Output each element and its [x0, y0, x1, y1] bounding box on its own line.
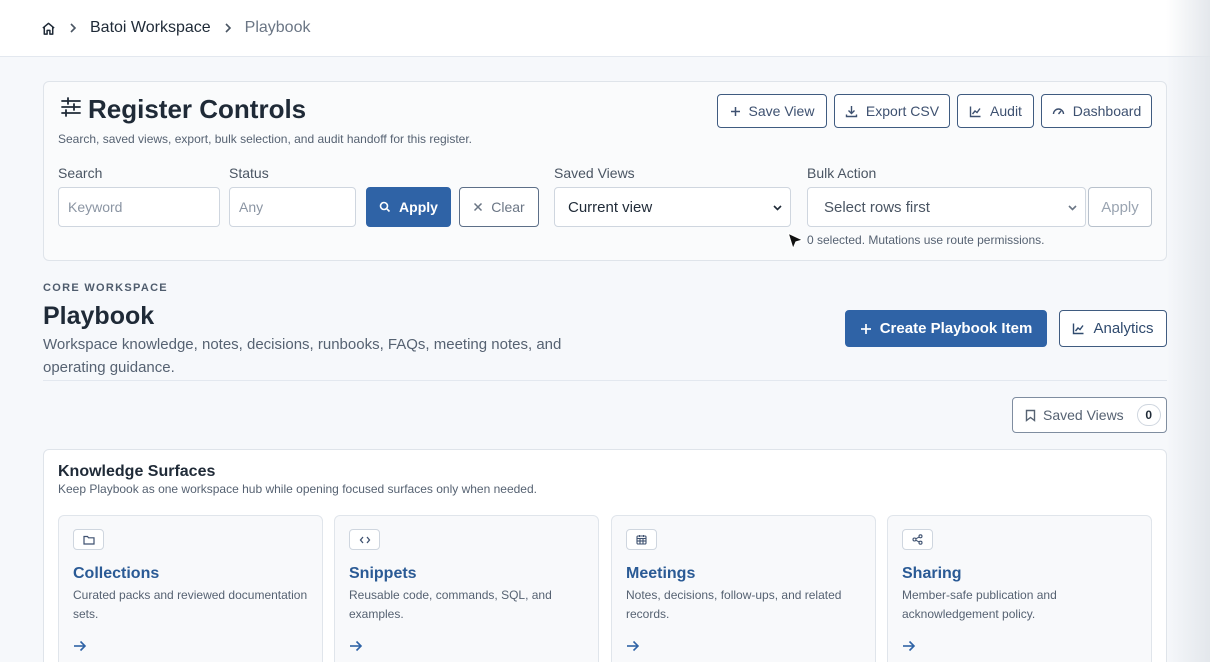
- bulk-action-select[interactable]: Select rows first: [807, 187, 1086, 227]
- knowledge-surfaces-subtitle: Keep Playbook as one workspace hub while…: [58, 482, 537, 496]
- surface-description: Reusable code, commands, SQL, and exampl…: [349, 588, 552, 621]
- breadcrumb-workspace-link[interactable]: Batoi Workspace: [90, 19, 211, 37]
- save-view-label: Save View: [748, 103, 815, 119]
- status-label: Status: [229, 165, 269, 181]
- bulk-action-value: Select rows first: [824, 198, 930, 216]
- chevron-right-icon: [223, 22, 233, 34]
- surface-tile-collections[interactable]: Collections Curated packs and reviewed d…: [58, 515, 323, 662]
- code-icon: [349, 529, 380, 550]
- surface-description: Notes, decisions, follow-ups, and relate…: [626, 588, 842, 621]
- chevron-down-icon: [773, 205, 782, 211]
- home-icon[interactable]: [41, 21, 56, 36]
- search-label: Search: [58, 165, 103, 181]
- register-controls-panel: Register Controls Search, saved views, e…: [43, 81, 1167, 261]
- share-icon: [902, 529, 933, 550]
- bulk-apply-button[interactable]: Apply: [1088, 187, 1152, 227]
- folder-icon: [73, 529, 104, 550]
- surface-description: Curated packs and reviewed documentation…: [73, 588, 308, 621]
- breadcrumb-current: Playbook: [244, 19, 311, 36]
- surface-name[interactable]: Collections: [73, 565, 159, 583]
- register-title: Register Controls: [88, 94, 307, 124]
- surface-name[interactable]: Snippets: [349, 565, 417, 583]
- sliders-icon: [60, 96, 82, 123]
- audit-button[interactable]: Audit: [957, 94, 1034, 128]
- bulk-apply-label: Apply: [1101, 198, 1139, 216]
- plus-icon: [860, 323, 871, 334]
- surface-description: Member-safe publication and acknowledgem…: [902, 588, 1057, 621]
- knowledge-surfaces-title: Knowledge Surfaces: [58, 463, 216, 480]
- window-edge-shade: [1166, 0, 1210, 662]
- close-icon: [474, 202, 483, 212]
- header-divider: [43, 380, 1167, 381]
- clear-filter-button[interactable]: Clear: [459, 187, 539, 227]
- page-title: Playbook: [43, 302, 155, 330]
- download-icon: [845, 105, 858, 117]
- analytics-label: Analytics: [1093, 320, 1154, 337]
- calendar-icon: [626, 529, 657, 550]
- saved-views-label: Saved Views: [554, 165, 635, 181]
- plus-icon: [730, 106, 740, 116]
- dashboard-button[interactable]: Dashboard: [1041, 94, 1152, 128]
- analytics-button[interactable]: Analytics: [1059, 310, 1167, 347]
- apply-filter-label: Apply: [399, 199, 438, 215]
- arrow-right-icon[interactable]: [349, 640, 363, 652]
- dashboard-label: Dashboard: [1072, 103, 1142, 119]
- page-eyebrow: CORE WORKSPACE: [43, 282, 168, 294]
- saved-views-count-badge: 0: [1136, 404, 1161, 426]
- chart-line-icon: [1073, 323, 1085, 335]
- saved-views-value: Current view: [568, 198, 653, 216]
- status-input[interactable]: Any: [229, 187, 356, 227]
- search-icon: [379, 201, 391, 213]
- surface-name[interactable]: Meetings: [626, 565, 695, 583]
- register-subtitle: Search, saved views, export, bulk select…: [58, 132, 473, 146]
- gauge-icon: [1052, 107, 1064, 114]
- mouse-cursor-icon: [787, 232, 804, 250]
- selection-hint: 0 selected. Mutations use route permissi…: [807, 233, 1045, 247]
- export-csv-button[interactable]: Export CSV: [834, 94, 950, 128]
- page-description: Workspace knowledge, notes, decisions, r…: [43, 336, 562, 376]
- chevron-down-icon: [1068, 205, 1077, 211]
- arrow-right-icon[interactable]: [626, 640, 640, 652]
- surface-tile-meetings[interactable]: Meetings Notes, decisions, follow-ups, a…: [611, 515, 876, 662]
- surface-name[interactable]: Sharing: [902, 565, 962, 583]
- chevron-right-icon: [68, 22, 78, 34]
- create-playbook-item-label: Create Playbook Item: [879, 320, 1033, 337]
- clear-filter-label: Clear: [491, 199, 525, 215]
- knowledge-surfaces-panel: Knowledge Surfaces Keep Playbook as one …: [43, 449, 1167, 662]
- saved-views-button[interactable]: Saved Views 0: [1012, 397, 1167, 433]
- save-view-button[interactable]: Save View: [717, 94, 827, 128]
- saved-views-select[interactable]: Current view: [554, 187, 791, 227]
- apply-filter-button[interactable]: Apply: [366, 187, 451, 227]
- export-csv-label: Export CSV: [865, 103, 940, 119]
- chart-line-icon: [969, 106, 981, 117]
- saved-views-button-label: Saved Views: [1043, 407, 1124, 423]
- bulk-action-label: Bulk Action: [807, 165, 877, 181]
- surface-tile-sharing[interactable]: Sharing Member-safe publication and ackn…: [887, 515, 1152, 662]
- search-input[interactable]: Keyword: [58, 187, 220, 227]
- arrow-right-icon[interactable]: [73, 640, 87, 652]
- breadcrumb: Batoi Workspace Playbook: [0, 0, 1210, 57]
- audit-label: Audit: [990, 103, 1022, 119]
- create-playbook-item-button[interactable]: Create Playbook Item: [845, 310, 1047, 347]
- register-title-row: Register Controls: [60, 94, 306, 125]
- arrow-right-icon[interactable]: [902, 640, 916, 652]
- surface-tile-snippets[interactable]: Snippets Reusable code, commands, SQL, a…: [334, 515, 599, 662]
- bookmark-icon: [1025, 409, 1036, 422]
